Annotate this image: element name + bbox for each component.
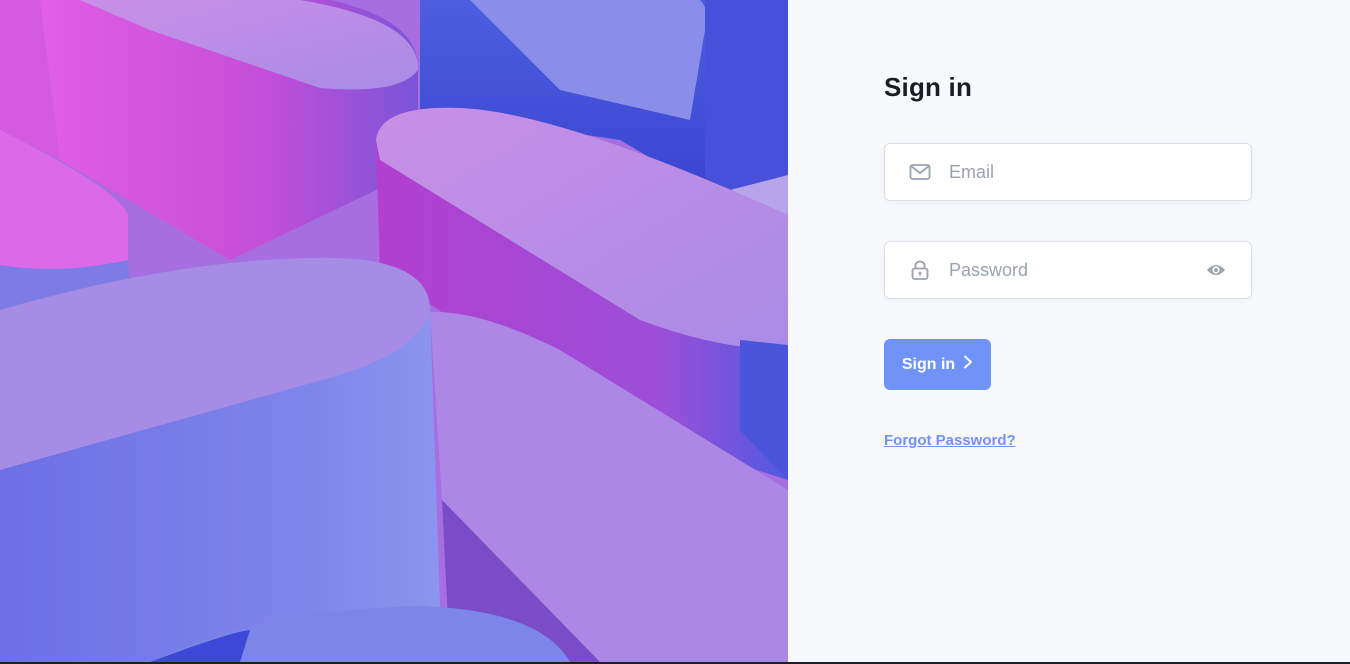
password-input[interactable] (949, 242, 1205, 298)
page-title: Sign in (884, 72, 973, 102)
login-page: Sign in Email Sign in Forgot Password? (0, 0, 1350, 664)
signin-button-label: Sign in (901, 355, 956, 373)
email-field-container[interactable] (884, 143, 1252, 201)
chevron-right-icon (963, 355, 973, 374)
email-input[interactable] (949, 144, 1251, 200)
forgot-password-link[interactable]: Forgot Password? (884, 432, 1016, 449)
eye-icon[interactable] (1205, 259, 1227, 281)
lock-icon (909, 259, 931, 281)
hero-image (0, 0, 788, 662)
mail-icon (909, 161, 931, 183)
password-field-container[interactable] (884, 241, 1252, 299)
signin-panel: Sign in Email Sign in Forgot Password? (788, 0, 1350, 662)
signin-button[interactable]: Sign in (884, 339, 991, 390)
abstract-shapes-illustration (0, 0, 788, 662)
